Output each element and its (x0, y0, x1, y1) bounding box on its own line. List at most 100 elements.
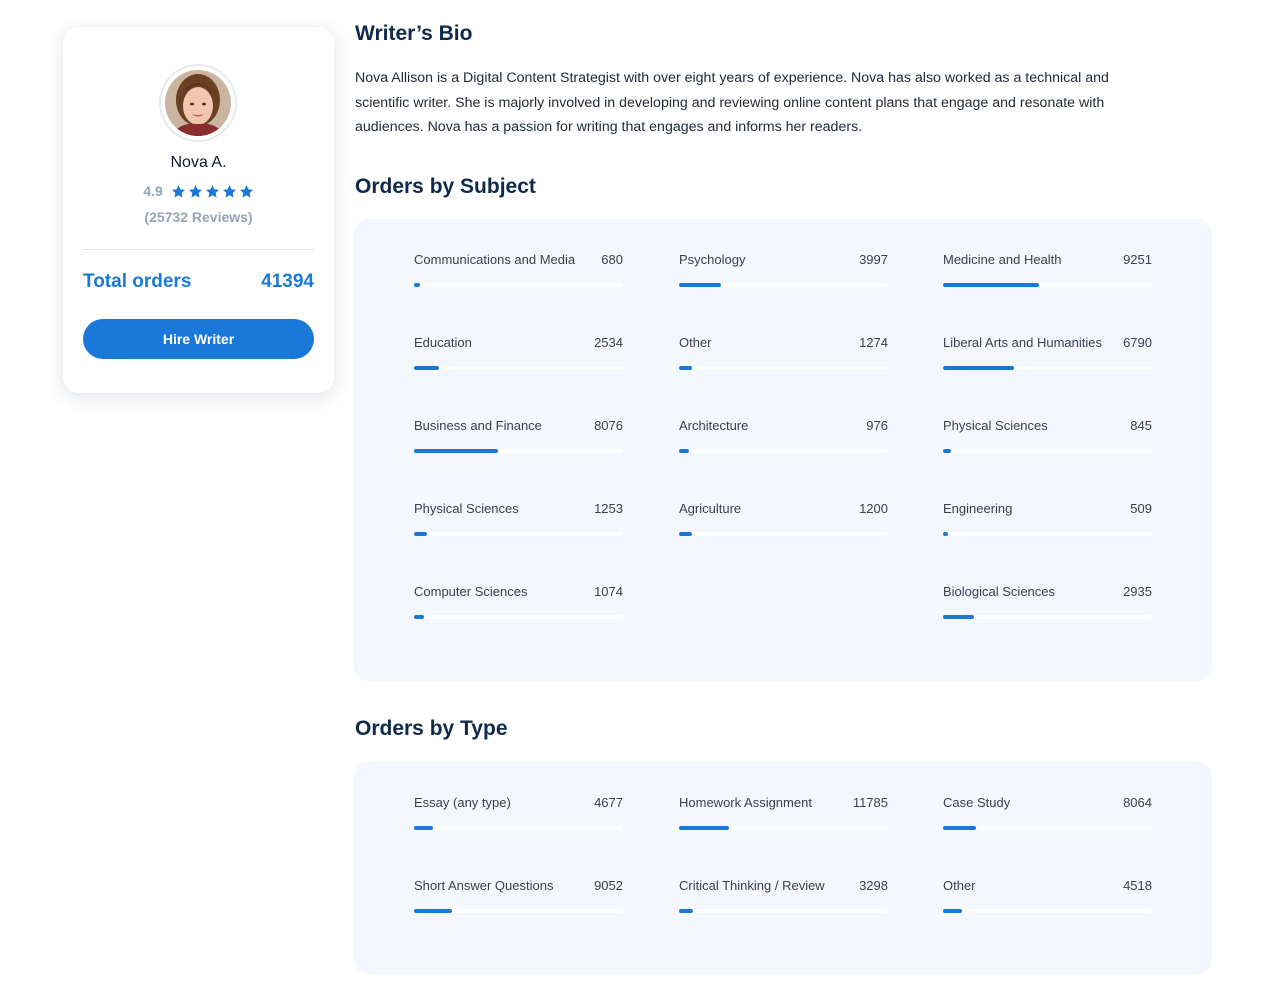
order-stat-item: Communications and Media 680 (414, 252, 623, 292)
order-stat-value: 2534 (594, 335, 623, 350)
order-stat-value: 3997 (859, 252, 888, 267)
order-stat-label: Business and Finance (414, 418, 542, 433)
progress-fill (414, 826, 433, 830)
progress-fill (943, 909, 962, 913)
order-stat-item: Computer Sciences 1074 (414, 584, 623, 624)
progress-fill (679, 283, 721, 287)
progress-track (414, 909, 623, 913)
divider (83, 249, 314, 250)
progress-track (943, 615, 1152, 619)
order-stat-label: Liberal Arts and Humanities (943, 335, 1102, 350)
bio-title: Writer’s Bio (355, 22, 473, 45)
order-stat-label: Medicine and Health (943, 252, 1062, 267)
order-stat-value: 8064 (1123, 795, 1152, 810)
order-stat-value: 4677 (594, 795, 623, 810)
types-title: Orders by Type (355, 717, 508, 740)
star-icon (205, 184, 219, 197)
types-panel: Essay (any type) 4677 Homework Assignment 1… (354, 762, 1212, 974)
order-stat-label: Short Answer Questions (414, 878, 554, 893)
progress-track (414, 826, 623, 830)
order-stat-item: Critical Thinking / Review 3298 (679, 878, 888, 918)
avatar-frame (159, 64, 237, 142)
progress-track (679, 283, 888, 287)
order-stat-item: Agriculture 1200 (679, 501, 888, 541)
total-orders-row: Total orders 41394 (83, 271, 314, 293)
progress-track (414, 366, 623, 370)
progress-track (414, 449, 623, 453)
progress-fill (414, 283, 420, 287)
progress-track (943, 909, 1152, 913)
order-stat-label: Critical Thinking / Review (679, 878, 825, 893)
order-stat-value: 1200 (859, 501, 888, 516)
progress-fill (943, 532, 948, 536)
progress-fill (943, 449, 951, 453)
subjects-title: Orders by Subject (355, 175, 536, 198)
progress-track (943, 449, 1152, 453)
progress-fill (414, 909, 452, 913)
order-stat-label: Biological Sciences (943, 584, 1056, 599)
progress-track (679, 532, 888, 536)
order-stat-label: Education (414, 335, 472, 350)
progress-fill (679, 826, 729, 830)
progress-fill (943, 366, 1014, 370)
order-stat-label: Architecture (679, 418, 749, 433)
bio-text: Nova Allison is a Digital Content Strate… (355, 70, 1109, 135)
order-stat-value: 1274 (859, 335, 888, 350)
order-stat-value: 1253 (594, 501, 623, 516)
order-stat-label: Communications and Media (414, 252, 576, 267)
order-stat-item: Physical Sciences 845 (943, 418, 1152, 458)
order-stat-value: 3298 (859, 878, 888, 893)
order-stat-label: Other (943, 878, 976, 893)
star-rating (171, 184, 254, 199)
progress-track (414, 532, 623, 536)
order-stat-value: 509 (1130, 501, 1152, 516)
rating-value: 4.9 (143, 183, 163, 199)
order-stat-item: Short Answer Questions 9052 (414, 878, 623, 918)
order-stat-value: 9251 (1123, 252, 1152, 267)
progress-fill (414, 366, 439, 370)
star-icon (222, 184, 236, 197)
order-stat-label: Engineering (943, 501, 1013, 516)
progress-track (943, 532, 1152, 536)
star-icon (188, 184, 202, 197)
hire-writer-button[interactable]: Hire Writer (83, 319, 314, 359)
progress-fill (679, 366, 692, 370)
progress-fill (414, 615, 424, 619)
order-stat-label: Other (679, 335, 712, 350)
reviews-count: (25732 Reviews) (144, 209, 253, 225)
progress-fill (943, 283, 1039, 287)
order-stat-label: Physical Sciences (414, 501, 519, 516)
order-stat-item: Business and Finance 8076 (414, 418, 623, 458)
order-stat-label: Physical Sciences (943, 418, 1048, 433)
order-stat-value: 6790 (1123, 335, 1152, 350)
order-stat-item: Case Study 8064 (943, 795, 1152, 835)
order-stat-label: Case Study (943, 795, 1011, 810)
order-stat-item: Other 1274 (679, 335, 888, 375)
order-stat-item: Psychology 3997 (679, 252, 888, 292)
progress-track (679, 366, 888, 370)
total-orders-label: Total orders (83, 271, 192, 292)
order-stat-item: Biological Sciences 2935 (943, 584, 1152, 624)
order-stat-item: Medicine and Health 9251 (943, 252, 1152, 292)
order-stat-item: Engineering 509 (943, 501, 1152, 541)
order-stat-item: Homework Assignment 11785 (679, 795, 888, 835)
progress-fill (679, 909, 693, 913)
progress-track (943, 283, 1152, 287)
writer-name: Nova A. (170, 154, 227, 171)
progress-track (414, 283, 623, 287)
avatar (165, 70, 231, 136)
progress-track (943, 826, 1152, 830)
progress-track (679, 826, 888, 830)
order-stat-value: 976 (866, 418, 888, 433)
order-stat-item: Physical Sciences 1253 (414, 501, 623, 541)
order-stat-label: Psychology (679, 252, 746, 267)
progress-track (943, 366, 1152, 370)
order-stat-item: Other 4518 (943, 878, 1152, 918)
progress-fill (679, 449, 689, 453)
order-stat-value: 2935 (1123, 584, 1152, 599)
progress-track (679, 909, 888, 913)
order-stat-value: 11785 (852, 795, 888, 810)
order-stat-item: Education 2534 (414, 335, 623, 375)
order-stat-label: Agriculture (679, 501, 742, 516)
subjects-panel: Communications and Media 680 Psychology 399… (354, 219, 1212, 681)
